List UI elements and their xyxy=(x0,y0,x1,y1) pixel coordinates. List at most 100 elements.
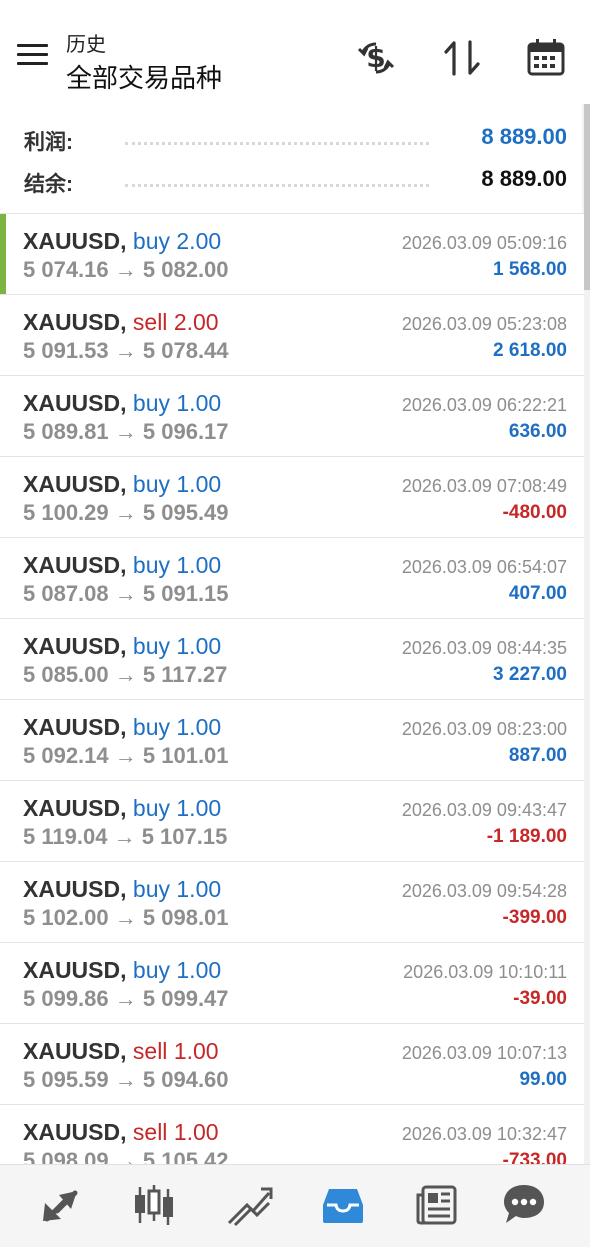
quotes-icon[interactable] xyxy=(37,1181,85,1229)
trade-type: sell 2.00 xyxy=(133,309,219,335)
trade-symbol: XAUUSD, buy 1.00 xyxy=(23,552,221,579)
trade-row[interactable]: XAUUSD, sell 2.00 5 091.53 → 5 078.44 2026… xyxy=(0,294,584,375)
symbol-filter[interactable]: 全部交易品种 xyxy=(66,58,222,95)
arrow-icon: → xyxy=(114,419,137,444)
trade-profit: 407.00 xyxy=(508,583,567,604)
scrollbar-thumb[interactable] xyxy=(584,104,590,290)
symbol-label: XAUUSD, xyxy=(23,714,127,740)
trade-row[interactable]: XAUUSD, buy 1.00 5 087.08 → 5 091.15 2026.… xyxy=(0,537,584,618)
dotted-leader xyxy=(125,142,429,145)
profit-value: 8 889.00 xyxy=(481,124,567,149)
trade-type: buy 1.00 xyxy=(133,795,221,821)
menu-icon[interactable] xyxy=(17,44,48,68)
dotted-leader xyxy=(125,184,429,187)
trade-prices: 5 089.81 → 5 096.17 xyxy=(23,419,229,445)
trade-volume: 1.00 xyxy=(176,471,222,497)
currency-exchange-icon[interactable]: $ xyxy=(354,36,398,80)
calendar-icon[interactable] xyxy=(524,36,568,80)
trade-direction: sell xyxy=(132,309,168,335)
trade-row[interactable]: XAUUSD, buy 2.00 5 074.16 → 5 082.00 2026.… xyxy=(0,213,584,294)
trade-row[interactable]: XAUUSD, buy 1.00 5 089.81 → 5 096.17 2026.… xyxy=(0,375,584,456)
open-price: 5 089.81 xyxy=(23,419,109,444)
news-icon[interactable] xyxy=(413,1181,461,1229)
trade-direction: buy xyxy=(132,390,170,416)
symbol-label: XAUUSD, xyxy=(23,633,127,659)
trade-symbol: XAUUSD, buy 1.00 xyxy=(23,876,221,903)
trade-profit: 3 227.00 xyxy=(493,664,567,685)
profit-label: 利润: xyxy=(24,131,73,154)
open-price: 5 119.04 xyxy=(23,824,108,849)
open-price: 5 085.00 xyxy=(23,662,109,687)
trade-direction: buy xyxy=(132,795,170,821)
trade-row[interactable]: XAUUSD, buy 1.00 5 099.86 → 5 099.47 2026.… xyxy=(0,942,584,1023)
trade-time: 2026.03.09 05:23:08 xyxy=(401,314,567,334)
trade-prices: 5 074.16 → 5 082.00 xyxy=(23,257,229,283)
trade-direction: sell xyxy=(132,1038,168,1064)
trade-row[interactable]: XAUUSD, buy 1.00 5 100.29 → 5 095.49 2026.… xyxy=(0,456,584,537)
trade-volume: 1.00 xyxy=(176,390,222,416)
trade-time: 2026.03.09 05:09:16 xyxy=(401,233,567,253)
trade-volume: 2.00 xyxy=(173,309,219,335)
open-price: 5 095.59 xyxy=(23,1067,109,1092)
trade-row[interactable]: XAUUSD, buy 1.00 5 085.00 → 5 117.27 2026.… xyxy=(0,618,584,699)
open-price: 5 100.29 xyxy=(23,500,109,525)
arrow-icon: → xyxy=(113,824,136,849)
trade-time: 2026.03.09 08:44:35 xyxy=(401,638,567,658)
symbol-label: XAUUSD, xyxy=(23,876,127,902)
open-price: 5 087.08 xyxy=(23,581,109,606)
trade-profit: -39.00 xyxy=(513,988,567,1009)
trade-type: buy 1.00 xyxy=(133,957,221,983)
trade-volume: 1.00 xyxy=(173,1119,219,1145)
trade-volume: 1.00 xyxy=(176,714,222,740)
arrow-icon: → xyxy=(114,662,137,687)
close-price: 5 098.01 xyxy=(142,905,229,930)
chat-icon[interactable] xyxy=(500,1181,548,1229)
arrow-icon: → xyxy=(114,581,137,606)
close-price: 5 091.15 xyxy=(142,581,229,606)
arrow-icon: → xyxy=(114,338,137,363)
trade-icon[interactable] xyxy=(225,1181,273,1229)
trade-row[interactable]: XAUUSD, sell 1.00 5 095.59 → 5 094.60 2026… xyxy=(0,1023,584,1104)
arrow-icon: → xyxy=(114,257,137,282)
trade-row[interactable]: XAUUSD, buy 1.00 5 119.04 → 5 107.15 2026.… xyxy=(0,780,584,861)
open-price: 5 099.86 xyxy=(23,986,109,1011)
chart-icon[interactable] xyxy=(130,1181,178,1229)
trade-row[interactable]: XAUUSD, buy 1.00 5 092.14 → 5 101.01 2026.… xyxy=(0,699,584,780)
trade-direction: buy xyxy=(132,876,170,902)
trade-type: buy 1.00 xyxy=(133,471,221,497)
trade-prices: 5 099.86 → 5 099.47 xyxy=(23,986,229,1012)
open-price: 5 092.14 xyxy=(23,743,109,768)
sort-icon[interactable] xyxy=(440,36,484,80)
close-price: 5 101.01 xyxy=(142,743,229,768)
balance-value: 8 889.00 xyxy=(481,166,567,191)
trade-direction: buy xyxy=(132,714,170,740)
trade-symbol: XAUUSD, buy 1.00 xyxy=(23,471,221,498)
trade-prices: 5 092.14 → 5 101.01 xyxy=(23,743,229,769)
symbol-label: XAUUSD, xyxy=(23,390,127,416)
trade-symbol: XAUUSD, buy 2.00 xyxy=(23,228,221,255)
history-icon[interactable] xyxy=(319,1181,367,1229)
summary-panel: 利润: 8 889.00 结余: 8 889.00 xyxy=(0,104,584,212)
trade-prices: 5 119.04 → 5 107.15 xyxy=(23,824,227,850)
trade-profit: 99.00 xyxy=(519,1069,567,1090)
trade-time: 2026.03.09 10:07:13 xyxy=(401,1043,567,1063)
trade-symbol: XAUUSD, buy 1.00 xyxy=(23,633,221,660)
trade-direction: buy xyxy=(132,957,170,983)
trade-symbol: XAUUSD, sell 1.00 xyxy=(23,1038,219,1065)
trade-prices: 5 085.00 → 5 117.27 xyxy=(23,662,227,688)
symbol-label: XAUUSD, xyxy=(23,309,127,335)
profit-row: 利润: 8 889.00 xyxy=(0,120,584,156)
trade-type: sell 1.00 xyxy=(133,1038,219,1064)
trade-time: 2026.03.09 09:54:28 xyxy=(401,881,567,901)
balance-label: 结余: xyxy=(24,173,73,196)
trade-profit: -1 189.00 xyxy=(486,826,567,847)
trade-volume: 1.00 xyxy=(176,633,222,659)
arrow-icon: → xyxy=(114,986,137,1011)
balance-row: 结余: 8 889.00 xyxy=(0,162,584,198)
trade-row[interactable]: XAUUSD, buy 1.00 5 102.00 → 5 098.01 2026.… xyxy=(0,861,584,942)
trade-volume: 1.00 xyxy=(176,795,222,821)
trade-profit: -399.00 xyxy=(502,907,567,928)
trade-time: 2026.03.09 06:54:07 xyxy=(401,557,567,577)
trade-profit: 887.00 xyxy=(508,745,567,766)
trade-type: buy 1.00 xyxy=(133,876,221,902)
